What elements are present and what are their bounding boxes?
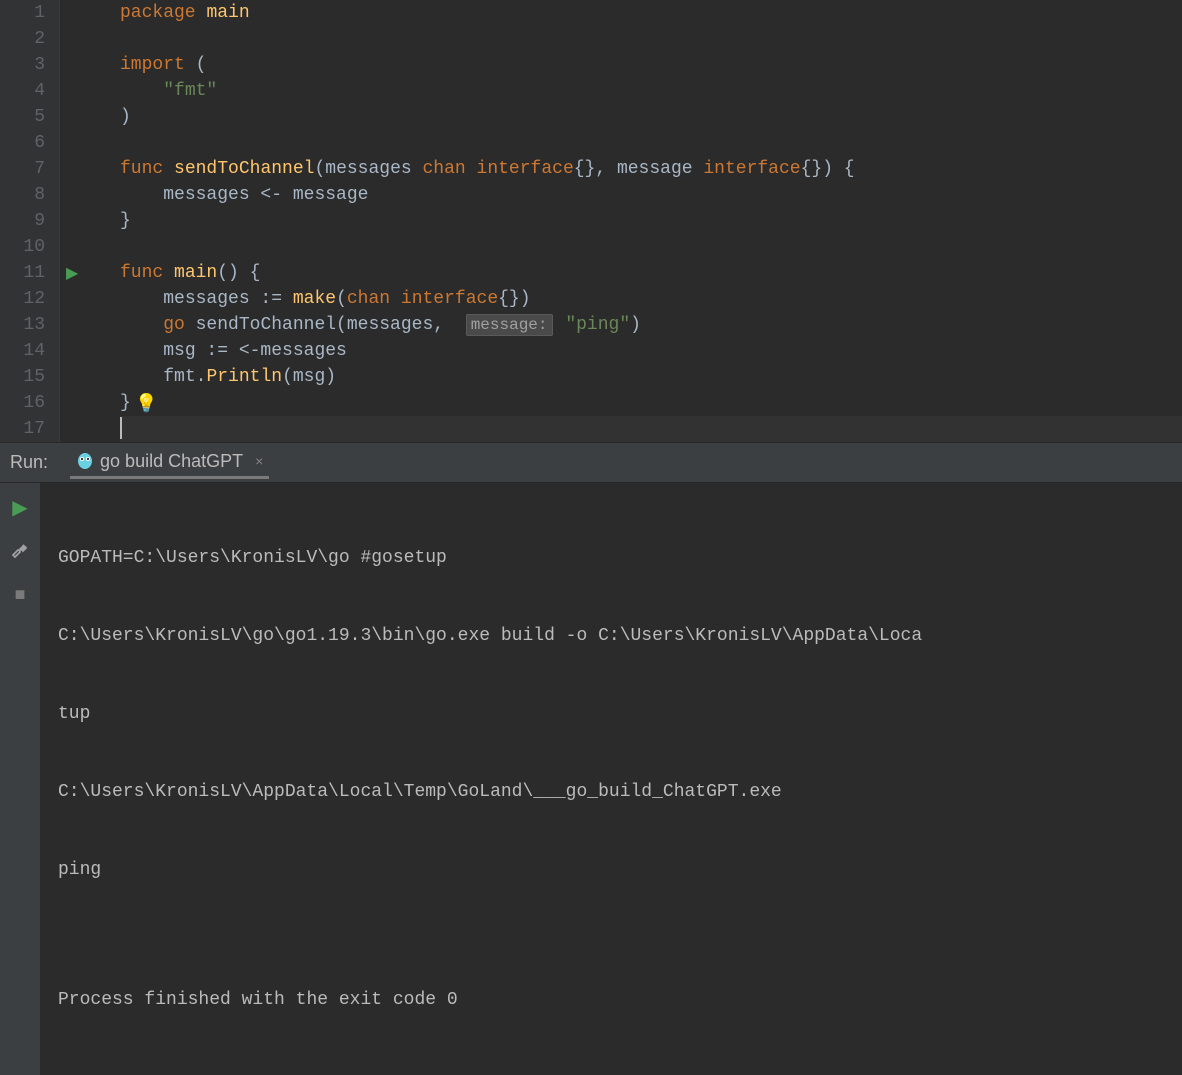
line-number: 4 — [0, 78, 45, 104]
code-text: messages <- message — [163, 185, 368, 205]
output-line: Process finished with the exit code 0 — [58, 987, 1164, 1013]
keyword: package — [120, 3, 196, 23]
code-content[interactable]: package main import ( "fmt" ) func sendT… — [60, 0, 1182, 442]
intention-bulb-icon[interactable]: 💡 — [135, 393, 157, 415]
run-tab-title: go build ChatGPT — [100, 451, 243, 472]
keyword: import — [120, 55, 185, 75]
output-line: tup — [58, 701, 1164, 727]
line-number: 5 — [0, 104, 45, 130]
line-number: 2 — [0, 26, 45, 52]
string: "fmt" — [163, 81, 217, 101]
keyword: func — [120, 263, 163, 283]
line-number: 6 — [0, 130, 45, 156]
param-hint: message: — [466, 314, 553, 336]
func-name: main — [174, 263, 217, 283]
punct: } — [120, 393, 131, 413]
line-number: 7 — [0, 156, 45, 182]
string: "ping" — [565, 315, 630, 335]
output-line: ping — [58, 857, 1164, 883]
run-panel-body: ▶ ■ GOPATH=C:\Users\KronisLV\go #gosetup… — [0, 483, 1182, 1075]
line-number: 8 — [0, 182, 45, 208]
run-gutter-icon[interactable]: ▶ — [66, 263, 78, 283]
run-label: Run: — [10, 452, 48, 473]
keyword: func — [120, 159, 163, 179]
func-name: sendToChannel — [174, 159, 314, 179]
line-number: 17 — [0, 416, 45, 442]
line-number: 11 — [0, 260, 45, 286]
stop-button[interactable]: ■ — [15, 586, 26, 606]
punct: } — [120, 211, 131, 231]
wrench-icon[interactable] — [10, 541, 30, 566]
close-tab-icon[interactable]: × — [255, 453, 263, 469]
run-config-tab[interactable]: go build ChatGPT × — [70, 447, 269, 479]
line-number: 12 — [0, 286, 45, 312]
punct: ) — [120, 107, 131, 127]
line-number: 14 — [0, 338, 45, 364]
code-editor[interactable]: 1 2 3 4 5 6 7 8 9 10 11 12 13 14 15 16 1… — [0, 0, 1182, 442]
line-number: 13 — [0, 312, 45, 338]
run-panel: Run: go build ChatGPT × ▶ — [0, 443, 1182, 1075]
line-number: 1 — [0, 0, 45, 26]
line-number: 10 — [0, 234, 45, 260]
output-line: C:\Users\KronisLV\AppData\Local\Temp\GoL… — [58, 779, 1164, 805]
rerun-button[interactable]: ▶ — [12, 495, 27, 521]
line-number: 9 — [0, 208, 45, 234]
run-output[interactable]: GOPATH=C:\Users\KronisLV\go #gosetup C:\… — [40, 483, 1182, 1075]
line-number: 3 — [0, 52, 45, 78]
output-line: GOPATH=C:\Users\KronisLV\go #gosetup — [58, 545, 1164, 571]
run-toolbar: ▶ ■ — [0, 483, 40, 1075]
run-panel-header: Run: go build ChatGPT × — [0, 443, 1182, 483]
punct: ( — [185, 55, 207, 75]
line-number-gutter: 1 2 3 4 5 6 7 8 9 10 11 12 13 14 15 16 1… — [0, 0, 60, 442]
go-gopher-icon — [76, 452, 94, 470]
line-number: 16 — [0, 390, 45, 416]
identifier: main — [206, 3, 249, 23]
text-cursor — [120, 417, 122, 439]
output-line: C:\Users\KronisLV\go\go1.19.3\bin\go.exe… — [58, 623, 1164, 649]
code-text: msg := <-messages — [163, 341, 347, 361]
line-number: 15 — [0, 364, 45, 390]
